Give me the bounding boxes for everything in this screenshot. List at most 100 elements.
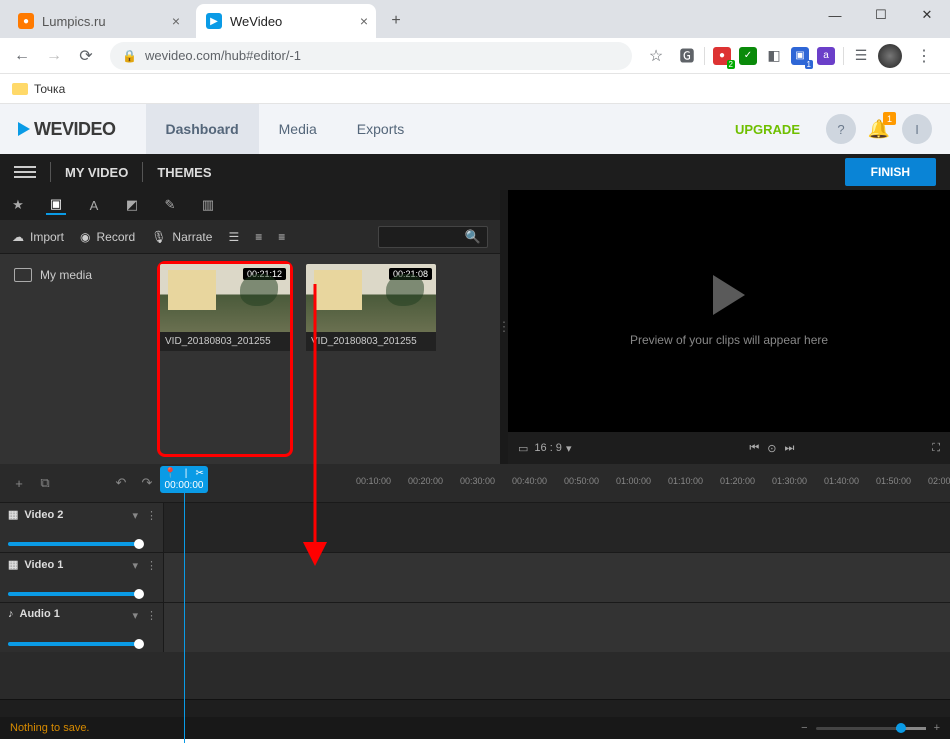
play-button[interactable]: ⊙	[767, 442, 776, 455]
bookmark-item[interactable]: Точка	[34, 82, 65, 96]
zoom-slider[interactable]	[816, 727, 926, 730]
window-close-button[interactable]: ✕	[904, 0, 950, 30]
chevron-down-icon[interactable]: ▾	[566, 442, 572, 455]
favorite-button[interactable]: ☆	[642, 42, 670, 70]
folder-icon	[14, 268, 32, 282]
next-button[interactable]: ⏭	[784, 442, 794, 455]
view-list-button[interactable]: ☰	[228, 230, 239, 244]
track-header[interactable]: ▦Video 2 ▾⋮	[0, 503, 164, 552]
transitions-tab[interactable]: ◩	[122, 195, 142, 215]
clip-name: VID_20180803_201255	[160, 332, 290, 351]
track-body[interactable]	[164, 603, 950, 652]
browser-titlebar: ● Lumpics.ru × ▶ WeVideo × + — ☐ ✕	[0, 0, 950, 38]
more-icon[interactable]: ⋮	[146, 509, 157, 522]
translate-icon[interactable]: 🅶	[678, 47, 696, 65]
browser-tab-inactive[interactable]: ● Lumpics.ru ×	[8, 4, 188, 38]
sort-button[interactable]: ≡	[255, 230, 262, 244]
favorites-tab[interactable]: ★	[8, 195, 28, 215]
upgrade-button[interactable]: UPGRADE	[735, 122, 800, 137]
panel-resizer[interactable]: ⋮	[500, 190, 508, 464]
extension-icon[interactable]: a	[817, 47, 835, 65]
preview-placeholder: Preview of your clips will appear here	[630, 333, 828, 347]
user-avatar[interactable]: I	[902, 114, 932, 144]
extension-icon[interactable]: ✓	[739, 47, 757, 65]
opacity-slider[interactable]	[8, 542, 140, 546]
extension-icon[interactable]: ▣1	[791, 47, 809, 65]
menu-button[interactable]: ⋮	[910, 42, 938, 70]
profile-avatar[interactable]	[878, 44, 902, 68]
adblock-icon[interactable]: ●2	[713, 47, 731, 65]
volume-slider[interactable]	[8, 642, 140, 646]
address-bar: ← → ⟳ 🔒 wevideo.com/hub#editor/-1 ☆ 🅶 ●2…	[0, 38, 950, 74]
chevron-down-icon[interactable]: ▾	[132, 609, 138, 622]
search-input[interactable]: 🔍	[378, 226, 488, 248]
reload-button[interactable]: ⟳	[72, 42, 100, 70]
import-button[interactable]: ☁Import	[12, 230, 64, 244]
minimize-button[interactable]: —	[812, 0, 858, 30]
media-clip[interactable]: 00:21:12 VID_20180803_201255	[160, 264, 290, 454]
track-header[interactable]: ▦Video 1 ▾⋮	[0, 553, 164, 602]
preview-controls: ▭ 16 : 9 ▾ ⏮ ⊙ ⏭ ⛶	[508, 432, 950, 464]
timeline-scrollbar[interactable]	[0, 699, 950, 717]
status-bar: Nothing to save. − +	[0, 717, 950, 739]
tab-title: WeVideo	[230, 14, 282, 29]
project-title[interactable]: MY VIDEO	[65, 165, 128, 180]
finish-button[interactable]: FINISH	[845, 158, 936, 186]
close-icon[interactable]: ×	[172, 13, 180, 29]
copy-button[interactable]: ⧉	[32, 470, 58, 496]
more-icon[interactable]: ⋮	[146, 609, 157, 622]
text-tab[interactable]: A	[84, 195, 104, 215]
filter-button[interactable]: ≡	[278, 230, 285, 244]
prev-button[interactable]: ⏮	[749, 442, 759, 455]
new-tab-button[interactable]: +	[382, 7, 410, 35]
media-panel: ★ ▣ A ◩ ✎ ▥ ☁Import ◉Record 🎙Narrate ☰ ≡…	[0, 190, 500, 464]
track-body[interactable]	[164, 553, 950, 602]
maximize-button[interactable]: ☐	[858, 0, 904, 30]
chevron-down-icon[interactable]: ▾	[132, 509, 138, 522]
url-text: wevideo.com/hub#editor/-1	[145, 48, 301, 63]
close-icon[interactable]: ×	[360, 13, 368, 29]
more-icon[interactable]: ⋮	[146, 559, 157, 572]
narrate-button[interactable]: 🎙Narrate	[151, 230, 212, 244]
track-body[interactable]	[164, 503, 950, 552]
nav-dashboard[interactable]: Dashboard	[146, 104, 259, 154]
backgrounds-tab[interactable]: ▥	[198, 195, 218, 215]
time-ruler[interactable]: 00:10:00 00:20:00 00:30:00 00:40:00 00:5…	[324, 476, 950, 490]
nav-exports[interactable]: Exports	[337, 104, 424, 154]
back-button[interactable]: ←	[8, 42, 36, 70]
divider	[843, 47, 844, 65]
extension-icon[interactable]: ◧	[765, 47, 783, 65]
media-tab[interactable]: ▣	[46, 195, 66, 215]
record-button[interactable]: ◉Record	[80, 230, 135, 244]
video-icon: ▦	[8, 558, 18, 571]
wevideo-logo[interactable]: WEVIDEO	[18, 119, 116, 140]
marker-icon: 📍	[164, 468, 176, 479]
editor-header: MY VIDEO THEMES FINISH	[0, 154, 950, 190]
clip-name: VID_20180803_201255	[306, 332, 436, 351]
undo-button[interactable]: ↶	[108, 470, 134, 496]
notifications-button[interactable]: 🔔 1	[864, 114, 894, 144]
aspect-ratio-button[interactable]: 16 : 9	[534, 442, 562, 454]
zoom-in-button[interactable]: +	[934, 722, 940, 734]
browser-tab-active[interactable]: ▶ WeVideo ×	[196, 4, 376, 38]
tab-title: Lumpics.ru	[42, 14, 106, 29]
chevron-down-icon[interactable]: ▾	[132, 559, 138, 572]
nav-media[interactable]: Media	[259, 104, 337, 154]
reading-list-icon[interactable]: ☰	[852, 47, 870, 65]
zoom-out-button[interactable]: −	[801, 722, 807, 734]
track-header[interactable]: ♪Audio 1 ▾⋮	[0, 603, 164, 652]
playhead[interactable]: 📍|✂ 00:00:00	[160, 466, 208, 493]
menu-button[interactable]	[14, 163, 36, 181]
folder-item[interactable]: My media	[10, 264, 150, 286]
redo-button[interactable]: ↷	[134, 470, 160, 496]
help-button[interactable]: ?	[826, 114, 856, 144]
forward-button[interactable]: →	[40, 42, 68, 70]
url-field[interactable]: 🔒 wevideo.com/hub#editor/-1	[110, 42, 632, 70]
add-track-button[interactable]: +	[6, 470, 32, 496]
graphics-tab[interactable]: ✎	[160, 195, 180, 215]
opacity-slider[interactable]	[8, 592, 140, 596]
media-clip[interactable]: 00:21:08 VID_20180803_201255	[306, 264, 436, 454]
lock-icon: 🔒	[122, 49, 137, 63]
themes-button[interactable]: THEMES	[157, 165, 211, 180]
fullscreen-button[interactable]: ⛶	[932, 442, 940, 455]
